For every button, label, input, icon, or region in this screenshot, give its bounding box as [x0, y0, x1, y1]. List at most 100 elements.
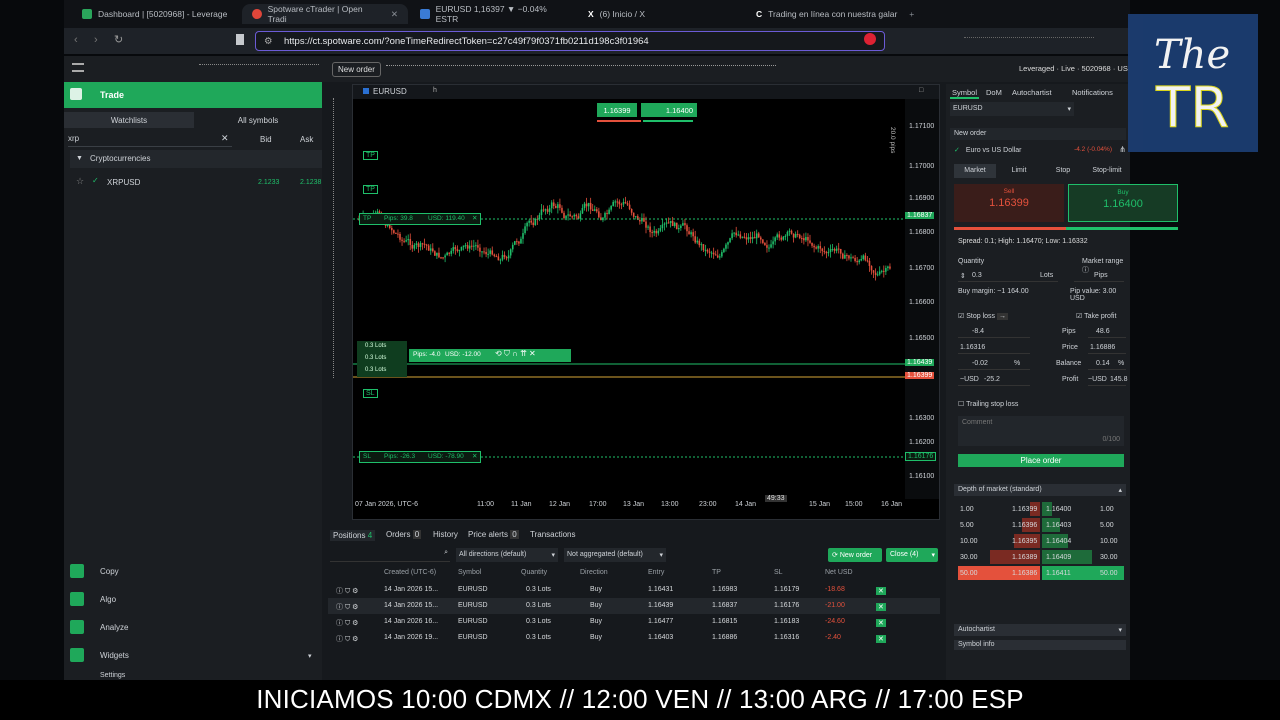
- sl-pips-input[interactable]: -8.4: [958, 326, 1030, 338]
- row-action-icons[interactable]: ⓘ ⛉ ⚙: [336, 634, 358, 644]
- tab-autochartist[interactable]: Autochartist: [1012, 88, 1052, 97]
- position-actions-icons[interactable]: ⟲ ⛉ ∩ ⇈ ✕: [495, 349, 536, 359]
- symbol-select[interactable]: EURUSD ▾: [950, 102, 1074, 116]
- position-row[interactable]: ⓘ ⛉ ⚙ 14 Jan 2026 15... EURUSD 0.3 Lots Buy 1…: [328, 598, 940, 614]
- close-all-button[interactable]: Close (4) ▾: [886, 548, 938, 562]
- dom-sell-row[interactable]: 10.00 1.16395: [958, 534, 1040, 548]
- position-line-label[interactable]: Pips: -4.0 USD: -12.00 ⟲ ⛉ ∩ ⇈ ✕: [409, 349, 571, 362]
- aggregate-filter[interactable]: Not aggregated (default) ▾: [564, 548, 666, 562]
- nav-copy[interactable]: Copy: [64, 558, 322, 586]
- clear-search-icon[interactable]: ✕: [221, 133, 229, 144]
- tab-orders[interactable]: Orders 0: [386, 530, 422, 539]
- trailing-stop-checkbox[interactable]: ☐ Trailing stop loss: [958, 400, 1018, 408]
- quantity-stepper[interactable]: ⇕ 0.3 Lots: [958, 270, 1058, 282]
- drawing-tool-icons[interactable]: [333, 98, 341, 378]
- position-row[interactable]: ⓘ ⛉ ⚙ 14 Jan 2026 15... EURUSD 0.3 Lots Buy 1…: [328, 582, 940, 598]
- dom-sell-row[interactable]: 1.00 1.16399: [958, 502, 1040, 516]
- time-axis[interactable]: 07 Jan 2026, UTC-6 11:00 11 Jan 12 Jan 1…: [353, 495, 905, 511]
- browser-tab-ctrader[interactable]: Spotware cTrader | Open Tradi ✕: [242, 4, 408, 24]
- tab-all-symbols[interactable]: All symbols: [194, 112, 322, 128]
- position-lots-group[interactable]: 0.3 Lots 0.3 Lots 0.3 Lots: [357, 341, 407, 377]
- browser-tab-trading[interactable]: C Trading en línea con nuestra galar +: [746, 4, 926, 24]
- tp-price-input[interactable]: 1.16886: [1088, 342, 1126, 354]
- direction-filter[interactable]: All directions (default) ▾: [456, 548, 558, 562]
- tp-balance-input[interactable]: 0.14%: [1088, 358, 1126, 370]
- tab-notifications[interactable]: Notifications: [1072, 88, 1113, 97]
- row-action-icons[interactable]: ⓘ ⛉ ⚙: [336, 602, 358, 612]
- dom-sell-row[interactable]: 30.00 1.16389: [958, 550, 1040, 564]
- site-info-icon[interactable]: ⚙: [264, 36, 273, 47]
- collapse-icon[interactable]: ▾: [308, 652, 312, 660]
- price-axis[interactable]: 1.17100 1.17000 1.16900 1.16800 1.16700 …: [905, 99, 939, 499]
- maximize-icon[interactable]: □: [919, 87, 923, 94]
- comment-field[interactable]: Comment 0/100: [958, 416, 1124, 446]
- tab-watchlists[interactable]: Watchlists: [64, 112, 194, 128]
- browser-tab-dashboard[interactable]: Dashboard | [5020968] - Leverage: [72, 4, 240, 24]
- symbol-row-xrpusd[interactable]: ☆ ✓ XRPUSD 2.1233 2.1238: [70, 174, 322, 192]
- positions-search-input[interactable]: ⌕: [330, 548, 450, 562]
- buy-button[interactable]: Buy 1.16400: [1068, 184, 1178, 222]
- row-action-icons[interactable]: ⓘ ⛉ ⚙: [336, 618, 358, 628]
- order-type-market[interactable]: Market: [954, 164, 996, 178]
- symbol-info-section[interactable]: Symbol info: [954, 640, 1126, 650]
- dom-header[interactable]: Depth of market (standard) ▴: [954, 484, 1126, 496]
- order-type-stop-limit[interactable]: Stop-limit: [1086, 164, 1128, 178]
- close-sl-icon[interactable]: ✕: [472, 452, 477, 460]
- share-icon[interactable]: ⋔: [1119, 145, 1126, 154]
- nav-settings[interactable]: Settings: [64, 670, 322, 680]
- symbol-search-input[interactable]: xrp: [68, 133, 232, 147]
- new-tab-icon[interactable]: +: [909, 9, 914, 19]
- extension-icon[interactable]: [864, 33, 876, 45]
- category-cryptocurrencies[interactable]: ▼ Cryptocurrencies: [70, 150, 322, 168]
- forward-icon[interactable]: ›: [94, 34, 98, 46]
- account-info[interactable]: Leveraged · Live · 5020968 · US: [1019, 64, 1128, 73]
- nav-widgets[interactable]: Widgets ▾: [64, 642, 322, 670]
- order-type-limit[interactable]: Limit: [998, 164, 1040, 178]
- position-row[interactable]: ⓘ ⛉ ⚙ 14 Jan 2026 19... EURUSD 0.3 Lots Buy 1…: [328, 630, 940, 646]
- back-icon[interactable]: ‹: [74, 34, 78, 46]
- reload-icon[interactable]: ↻: [114, 33, 123, 46]
- tab-dom[interactable]: DoM: [986, 88, 1002, 97]
- place-order-button[interactable]: Place order: [958, 454, 1124, 467]
- dom-sell-row[interactable]: 5.00 1.16396: [958, 518, 1040, 532]
- trade-header[interactable]: Trade: [64, 82, 322, 108]
- tab-symbol[interactable]: Symbol: [950, 88, 980, 99]
- address-bar[interactable]: ⚙ https://ct.spotware.com/?oneTimeRedirec…: [255, 31, 885, 51]
- sl-usd-input[interactable]: ~USD -25.2: [958, 374, 1030, 386]
- dom-buy-row[interactable]: 1.16411 50.00: [1042, 566, 1124, 580]
- tab-transactions[interactable]: Transactions: [530, 530, 576, 539]
- close-tab-icon[interactable]: ✕: [391, 9, 398, 20]
- sl-line-label[interactable]: SL Pips: -26.3 USD: -78.90 ✕: [359, 451, 481, 463]
- dom-buy-row[interactable]: 1.16403 5.00: [1042, 518, 1124, 532]
- position-row[interactable]: ⓘ ⛉ ⚙ 14 Jan 2026 16... EURUSD 0.3 Lots Buy 1…: [328, 614, 940, 630]
- tab-positions[interactable]: Positions 4: [330, 530, 376, 541]
- star-icon[interactable]: ☆: [76, 176, 84, 187]
- sell-button[interactable]: Sell 1.16399: [954, 184, 1064, 222]
- positions-new-order-button[interactable]: ⟳ New order: [828, 548, 882, 562]
- browser-tab-x[interactable]: X (6) Inicio / X: [578, 4, 744, 24]
- sl-balance-input[interactable]: -0.02%: [958, 358, 1030, 370]
- nav-algo[interactable]: Algo: [64, 586, 322, 614]
- dom-sell-row[interactable]: 50.00 1.16386: [958, 566, 1040, 580]
- dom-buy-row[interactable]: 1.16400 1.00: [1042, 502, 1124, 516]
- row-action-icons[interactable]: ⓘ ⛉ ⚙: [336, 586, 358, 596]
- market-range-stepper[interactable]: Pips: [1074, 270, 1124, 282]
- tab-history[interactable]: History: [433, 530, 458, 539]
- autochartist-section[interactable]: Autochartist ▾: [954, 624, 1126, 636]
- stop-loss-toggle[interactable]: ☑ Stop loss →: [958, 312, 1008, 320]
- menu-icon[interactable]: [72, 63, 84, 72]
- take-profit-toggle[interactable]: ☑ Take profit: [1076, 312, 1116, 320]
- dom-buy-row[interactable]: 1.16404 10.00: [1042, 534, 1124, 548]
- bookmark-icon[interactable]: [236, 34, 244, 45]
- sl-price-input[interactable]: 1.16316: [958, 342, 1030, 354]
- tp-line-label[interactable]: TP Pips: 39.8 USD: 119.40 ✕: [359, 213, 481, 225]
- tab-price-alerts[interactable]: Price alerts 0: [468, 530, 519, 539]
- browser-tab-eurusd[interactable]: EURUSD 1,16397 ▼ −0.04% ESTR: [410, 4, 576, 24]
- order-type-stop[interactable]: Stop: [1042, 164, 1084, 178]
- chart-panel[interactable]: EURUSD h □ 1.16399 1.16400 20.0 pips TP …: [352, 84, 940, 520]
- close-tp-icon[interactable]: ✕: [472, 214, 477, 222]
- dom-buy-row[interactable]: 1.16409 30.00: [1042, 550, 1124, 564]
- new-order-button[interactable]: New order: [332, 62, 381, 77]
- nav-analyze[interactable]: Analyze: [64, 614, 322, 642]
- tp-usd-input[interactable]: ~USD 145.8: [1088, 374, 1128, 386]
